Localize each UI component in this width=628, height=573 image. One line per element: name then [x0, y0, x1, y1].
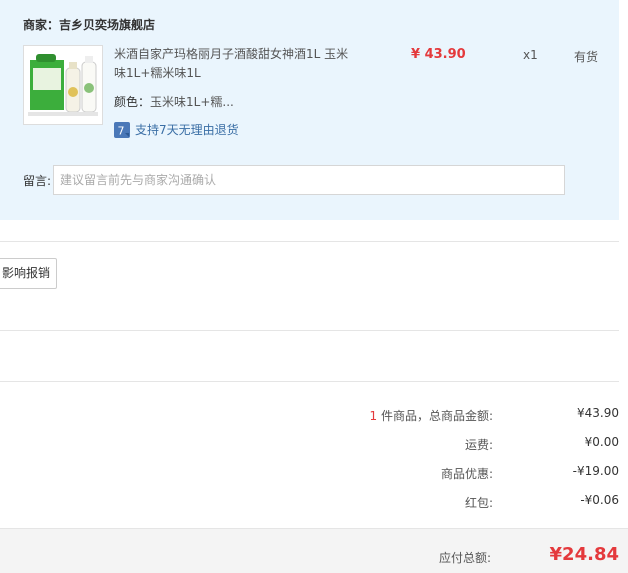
payable-label: 应付总额:	[438, 551, 491, 565]
discount-value: -¥19.00	[572, 464, 619, 478]
stock-status: 有货	[574, 50, 599, 64]
note-label: 留言:	[23, 174, 52, 188]
return-policy[interactable]: 7 支持7天无理由退货	[114, 121, 239, 138]
variant-value: 玉米味1L+糯...	[150, 95, 234, 109]
order-card: 商家：吉乡贝奕场旗舰店 米酒自家产玛格丽月子酒酸甜女神酒1L 玉米味1L+糯米味…	[0, 0, 619, 220]
redpacket-label: 红包:	[464, 496, 493, 510]
variant-label: 颜色：	[114, 95, 151, 109]
product-variant: 颜色：玉米味1L+糯...	[114, 93, 234, 110]
items-total-label: 1 件商品，总商品金额:	[370, 407, 494, 424]
note-input[interactable]	[53, 165, 565, 195]
divider	[0, 381, 619, 382]
shipping-label: 运费:	[464, 438, 493, 452]
discount-label: 商品优惠:	[440, 467, 493, 481]
invoice-option-button[interactable]: 影响报销	[0, 258, 57, 289]
divider	[0, 330, 619, 331]
product-title[interactable]: 米酒自家产玛格丽月子酒酸甜女神酒1L 玉米味1L+糯米味1L	[114, 45, 354, 83]
merchant-name[interactable]: 商家：吉乡贝奕场旗舰店	[23, 16, 155, 33]
items-total-label-text: 件商品，总商品金额:	[377, 409, 493, 423]
shipping-value: ¥0.00	[584, 435, 619, 449]
product-thumbnail[interactable]	[23, 45, 103, 125]
product-image	[24, 46, 102, 124]
redpacket-value: -¥0.06	[580, 493, 619, 507]
divider	[0, 241, 619, 242]
items-total-value: ¥43.90	[577, 406, 619, 420]
return-policy-text: 支持7天无理由退货	[135, 123, 239, 137]
return-policy-badge-text: 7	[118, 124, 125, 137]
item-count: 1	[369, 409, 378, 423]
total-bar	[0, 528, 628, 573]
payable-value: ¥24.84	[549, 544, 619, 565]
product-quantity: x1	[523, 48, 538, 62]
return-policy-icon: 7	[114, 121, 130, 138]
product-price: ¥ 43.90	[411, 47, 466, 62]
